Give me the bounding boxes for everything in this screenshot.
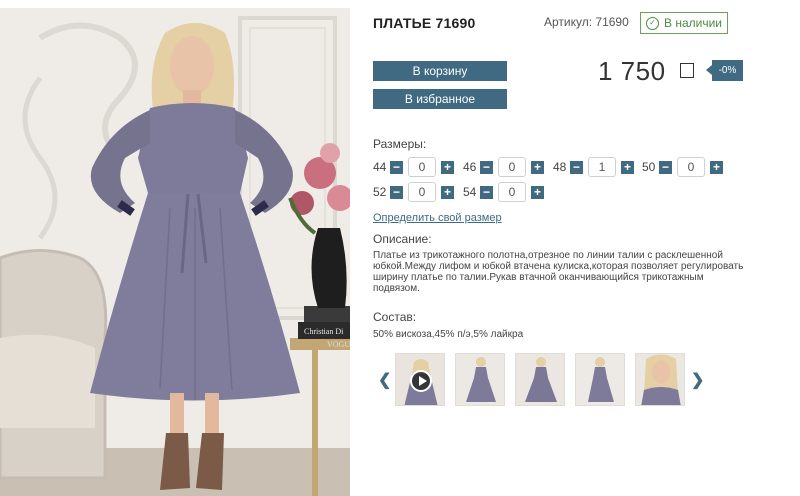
gallery-thumb-video[interactable] bbox=[395, 353, 445, 406]
increase-button[interactable]: + bbox=[531, 160, 544, 174]
product-photo[interactable]: Christian Di VOGU bbox=[0, 8, 350, 496]
description-text: Платье из трикотажного полотна,отрезное … bbox=[373, 250, 744, 294]
quantity-input[interactable]: 0 bbox=[498, 157, 526, 177]
decrease-button[interactable]: − bbox=[390, 185, 403, 199]
increase-button[interactable]: + bbox=[710, 160, 723, 174]
currency-box-icon bbox=[680, 63, 694, 78]
increase-button[interactable]: + bbox=[441, 185, 454, 199]
size-label: 48 bbox=[553, 160, 567, 174]
gallery-thumb[interactable] bbox=[455, 353, 505, 406]
size-row-44: 44 − 0 + bbox=[373, 157, 454, 177]
size-label: 54 bbox=[463, 185, 477, 199]
book-text-top: Christian Di bbox=[304, 327, 344, 336]
gallery-thumb[interactable] bbox=[635, 353, 685, 406]
composition-text: 50% вискоза,45% п/э,5% лайкра bbox=[373, 329, 524, 340]
quantity-input[interactable]: 1 bbox=[588, 157, 616, 177]
size-label: 50 bbox=[642, 160, 656, 174]
gallery-thumb[interactable] bbox=[515, 353, 565, 406]
increase-button[interactable]: + bbox=[531, 185, 544, 199]
description-label: Описание: bbox=[373, 232, 432, 246]
discount-badge: -0% bbox=[706, 60, 743, 81]
product-sku: Артикул: 71690 bbox=[544, 15, 629, 29]
gallery-prev-arrow-icon[interactable]: ❮ bbox=[378, 370, 391, 390]
stock-label: В наличии bbox=[664, 16, 723, 30]
size-row-46: 46 − 0 + bbox=[463, 157, 544, 177]
stock-badge: ✓ В наличии bbox=[640, 12, 728, 34]
composition-label: Состав: bbox=[373, 310, 417, 324]
quantity-input[interactable]: 0 bbox=[408, 182, 436, 202]
increase-button[interactable]: + bbox=[441, 160, 454, 174]
decrease-button[interactable]: − bbox=[659, 160, 672, 174]
decrease-button[interactable]: − bbox=[570, 160, 583, 174]
add-to-favorites-button[interactable]: В избранное bbox=[373, 89, 507, 109]
product-title: ПЛАТЬЕ 71690 bbox=[373, 15, 476, 31]
size-row-54: 54 − 0 + bbox=[463, 182, 544, 202]
gallery-thumb[interactable] bbox=[575, 353, 625, 406]
decrease-button[interactable]: − bbox=[480, 160, 493, 174]
add-to-cart-button[interactable]: В корзину bbox=[373, 61, 507, 81]
size-row-52: 52 − 0 + bbox=[373, 182, 454, 202]
size-label: 46 bbox=[463, 160, 477, 174]
size-label: 52 bbox=[373, 185, 387, 199]
sizes-label: Размеры: bbox=[373, 137, 427, 151]
play-icon[interactable] bbox=[410, 370, 432, 392]
quantity-input[interactable]: 0 bbox=[498, 182, 526, 202]
book-text-bottom: VOGU bbox=[327, 340, 350, 349]
decrease-button[interactable]: − bbox=[390, 160, 403, 174]
quantity-input[interactable]: 0 bbox=[408, 157, 436, 177]
product-price: 1 750 bbox=[598, 56, 666, 86]
size-row-48: 48 − 1 + bbox=[553, 157, 634, 177]
check-icon: ✓ bbox=[646, 16, 659, 30]
increase-button[interactable]: + bbox=[621, 160, 634, 174]
gallery-next-arrow-icon[interactable]: ❯ bbox=[691, 370, 704, 390]
size-guide-link[interactable]: Определить свой размер bbox=[373, 212, 502, 224]
decrease-button[interactable]: − bbox=[480, 185, 493, 199]
size-label: 44 bbox=[373, 160, 387, 174]
quantity-input[interactable]: 0 bbox=[677, 157, 705, 177]
size-row-50: 50 − 0 + bbox=[642, 157, 723, 177]
